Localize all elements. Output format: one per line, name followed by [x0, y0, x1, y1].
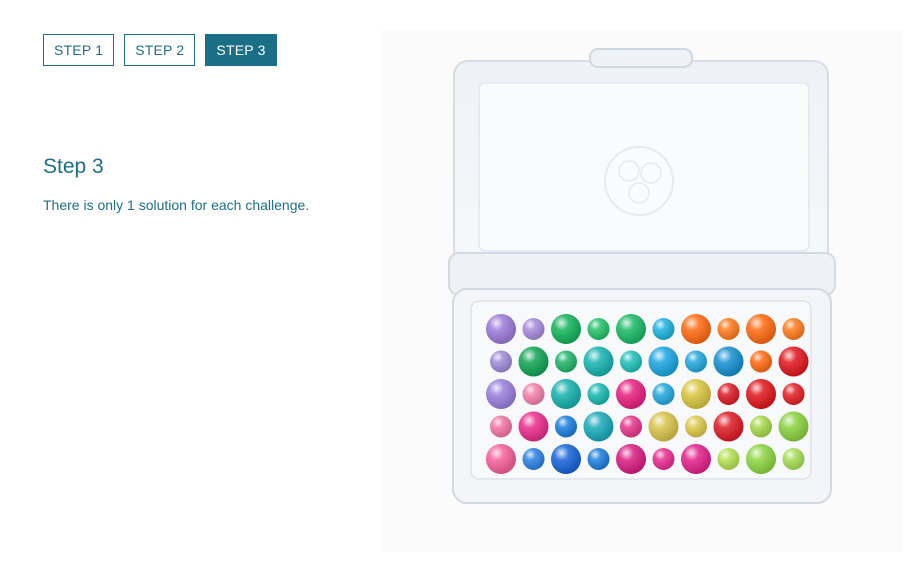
- bead-highlight: [685, 415, 707, 438]
- step-description: There is only 1 solution for each challe…: [43, 197, 310, 213]
- bead-highlight: [522, 318, 545, 340]
- bead-highlight: [616, 444, 646, 474]
- bead-highlight: [681, 379, 711, 409]
- bead-highlight: [587, 318, 610, 340]
- bead-highlight: [522, 448, 545, 470]
- bead-highlight: [583, 346, 614, 377]
- bead-highlight: [620, 350, 642, 373]
- bead-highlight: [750, 415, 772, 438]
- bead-highlight: [746, 379, 776, 409]
- step-title: Step 3: [43, 155, 104, 178]
- bead-highlight: [551, 314, 581, 344]
- bead-highlight: [717, 318, 740, 340]
- bead-highlight: [616, 379, 646, 409]
- bead-highlight: [782, 383, 805, 405]
- bead-highlight: [746, 444, 776, 474]
- bead-highlight: [555, 415, 577, 438]
- bead-highlight: [652, 448, 675, 470]
- tab-step-2[interactable]: STEP 2: [124, 34, 196, 66]
- bead-highlight: [681, 444, 711, 474]
- bead-highlight: [518, 346, 549, 377]
- bead-highlight: [746, 314, 776, 344]
- bead-highlight: [648, 411, 679, 442]
- bead-highlight: [681, 314, 711, 344]
- bead-highlight: [490, 415, 512, 438]
- bead-highlight: [486, 444, 516, 474]
- bead-highlight: [717, 448, 740, 470]
- bead-highlight: [782, 448, 805, 470]
- bead-highlight: [490, 350, 512, 373]
- bead-highlight: [583, 411, 614, 442]
- bead-highlight: [685, 350, 707, 373]
- bead-highlight: [587, 383, 610, 405]
- bead-highlight: [551, 444, 581, 474]
- tab-step-1[interactable]: STEP 1: [43, 34, 115, 66]
- bead-highlight: [652, 383, 675, 405]
- bead-highlight: [486, 314, 516, 344]
- bead-highlight: [717, 383, 740, 405]
- bead-highlight: [620, 415, 642, 438]
- product-photo: [381, 31, 903, 552]
- bead-highlight: [616, 314, 646, 344]
- bead-highlight: [551, 379, 581, 409]
- bead-highlight: [713, 346, 744, 377]
- tab-step-3[interactable]: STEP 3: [205, 34, 277, 66]
- bead-highlight: [713, 411, 744, 442]
- bead-highlight: [782, 318, 805, 340]
- bead-highlight: [486, 379, 516, 409]
- bead-highlight: [652, 318, 675, 340]
- bead-highlight: [750, 350, 772, 373]
- bead-highlight: [587, 448, 610, 470]
- bead-highlight: [778, 411, 809, 442]
- bead-highlight: [555, 350, 577, 373]
- bead-highlight: [778, 346, 809, 377]
- bead-highlight: [522, 383, 545, 405]
- bead-highlight: [648, 346, 679, 377]
- puzzle-case-illustration: [448, 48, 836, 504]
- step-tabs: STEP 1 STEP 2 STEP 3: [43, 34, 277, 66]
- bead-highlight: [518, 411, 549, 442]
